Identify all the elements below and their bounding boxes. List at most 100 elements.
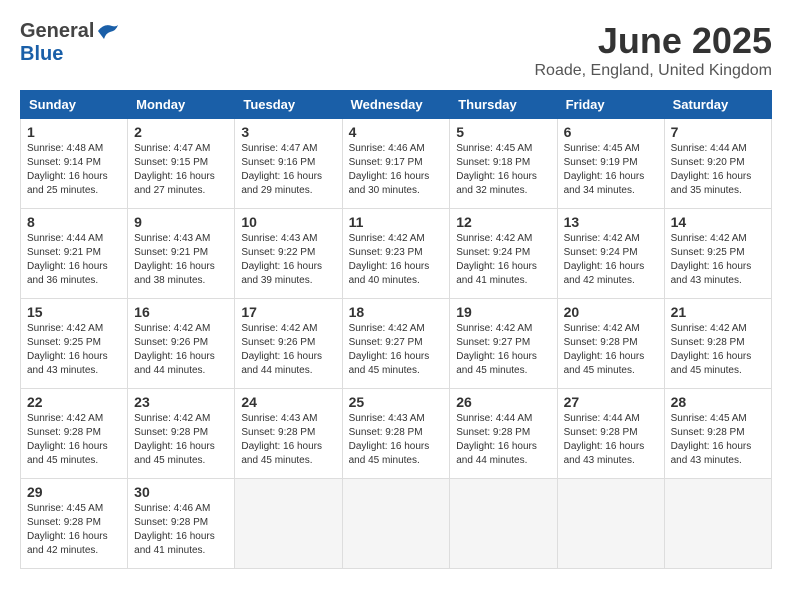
calendar-cell: 21 Sunrise: 4:42 AM Sunset: 9:28 PM Dayli… [664,299,771,389]
weekday-header-saturday: Saturday [664,91,771,119]
day-number: 18 [349,304,444,320]
calendar-cell: 19 Sunrise: 4:42 AM Sunset: 9:27 PM Dayli… [450,299,557,389]
calendar-cell: 4 Sunrise: 4:46 AM Sunset: 9:17 PM Daylig… [342,119,450,209]
day-info: Sunrise: 4:42 AM Sunset: 9:23 PM Dayligh… [349,232,444,288]
calendar-cell: 6 Sunrise: 4:45 AM Sunset: 9:19 PM Daylig… [557,119,664,209]
day-number: 28 [671,394,765,410]
day-info: Sunrise: 4:43 AM Sunset: 9:22 PM Dayligh… [241,232,335,288]
day-number: 21 [671,304,765,320]
calendar-cell [450,479,557,569]
day-info: Sunrise: 4:42 AM Sunset: 9:28 PM Dayligh… [27,412,121,468]
calendar-cell: 1 Sunrise: 4:48 AM Sunset: 9:14 PM Daylig… [21,119,128,209]
day-number: 14 [671,214,765,230]
day-info: Sunrise: 4:45 AM Sunset: 9:19 PM Dayligh… [564,142,658,198]
day-info: Sunrise: 4:44 AM Sunset: 9:20 PM Dayligh… [671,142,765,198]
calendar-cell: 18 Sunrise: 4:42 AM Sunset: 9:27 PM Dayli… [342,299,450,389]
day-info: Sunrise: 4:46 AM Sunset: 9:28 PM Dayligh… [134,502,228,558]
day-number: 25 [349,394,444,410]
calendar-cell: 13Sunrise: 4:42 AM Sunset: 9:24 PM Dayli… [557,209,664,299]
calendar-cell: 14 Sunrise: 4:42 AM Sunset: 9:25 PM Dayli… [664,209,771,299]
logo-bird-icon [96,21,120,41]
day-number: 12 [456,214,550,230]
calendar-cell: 9 Sunrise: 4:43 AM Sunset: 9:21 PM Daylig… [128,209,235,299]
title-area: June 2025 Roade, England, United Kingdom [535,20,773,80]
day-number: 17 [241,304,335,320]
day-info: Sunrise: 4:43 AM Sunset: 9:21 PM Dayligh… [134,232,228,288]
calendar-week-2: 8 Sunrise: 4:44 AM Sunset: 9:21 PM Daylig… [21,209,772,299]
logo-blue: Blue [20,43,63,65]
day-number: 30 [134,484,228,500]
weekday-header-thursday: Thursday [450,91,557,119]
weekday-header-sunday: Sunday [21,91,128,119]
calendar-cell: 15Sunrise: 4:42 AM Sunset: 9:25 PM Dayli… [21,299,128,389]
calendar-week-4: 22 Sunrise: 4:42 AM Sunset: 9:28 PM Dayli… [21,389,772,479]
weekday-header-monday: Monday [128,91,235,119]
day-info: Sunrise: 4:42 AM Sunset: 9:28 PM Dayligh… [671,322,765,378]
day-number: 6 [564,124,658,140]
day-info: Sunrise: 4:42 AM Sunset: 9:26 PM Dayligh… [241,322,335,378]
day-info: Sunrise: 4:46 AM Sunset: 9:17 PM Dayligh… [349,142,444,198]
day-info: Sunrise: 4:45 AM Sunset: 9:28 PM Dayligh… [27,502,121,558]
day-number: 26 [456,394,550,410]
day-info: Sunrise: 4:42 AM Sunset: 9:27 PM Dayligh… [349,322,444,378]
day-number: 10 [241,214,335,230]
calendar-cell: 22 Sunrise: 4:42 AM Sunset: 9:28 PM Dayli… [21,389,128,479]
calendar-cell: 2Sunrise: 4:47 AM Sunset: 9:15 PM Daylig… [128,119,235,209]
logo: General Blue [20,20,120,66]
day-info: Sunrise: 4:42 AM Sunset: 9:28 PM Dayligh… [564,322,658,378]
day-info: Sunrise: 4:43 AM Sunset: 9:28 PM Dayligh… [349,412,444,468]
calendar-cell: 23Sunrise: 4:42 AM Sunset: 9:28 PM Dayli… [128,389,235,479]
logo-general: General [20,20,94,43]
calendar-cell: 20Sunrise: 4:42 AM Sunset: 9:28 PM Dayli… [557,299,664,389]
day-number: 19 [456,304,550,320]
calendar-cell: 27Sunrise: 4:44 AM Sunset: 9:28 PM Dayli… [557,389,664,479]
calendar-cell [557,479,664,569]
calendar-cell: 26Sunrise: 4:44 AM Sunset: 9:28 PM Dayli… [450,389,557,479]
day-number: 9 [134,214,228,230]
day-info: Sunrise: 4:44 AM Sunset: 9:28 PM Dayligh… [564,412,658,468]
calendar-cell [342,479,450,569]
calendar-table: SundayMondayTuesdayWednesdayThursdayFrid… [20,90,772,569]
header: General Blue June 2025 Roade, England, U… [20,20,772,80]
calendar-cell [235,479,342,569]
day-number: 23 [134,394,228,410]
calendar-cell: 25 Sunrise: 4:43 AM Sunset: 9:28 PM Dayli… [342,389,450,479]
day-info: Sunrise: 4:42 AM Sunset: 9:24 PM Dayligh… [456,232,550,288]
calendar-week-3: 15Sunrise: 4:42 AM Sunset: 9:25 PM Dayli… [21,299,772,389]
calendar-cell: 11Sunrise: 4:42 AM Sunset: 9:23 PM Dayli… [342,209,450,299]
day-info: Sunrise: 4:43 AM Sunset: 9:28 PM Dayligh… [241,412,335,468]
day-number: 8 [27,214,121,230]
day-number: 24 [241,394,335,410]
day-info: Sunrise: 4:42 AM Sunset: 9:24 PM Dayligh… [564,232,658,288]
day-info: Sunrise: 4:44 AM Sunset: 9:21 PM Dayligh… [27,232,121,288]
day-info: Sunrise: 4:45 AM Sunset: 9:28 PM Dayligh… [671,412,765,468]
day-info: Sunrise: 4:42 AM Sunset: 9:26 PM Dayligh… [134,322,228,378]
calendar-week-1: 1 Sunrise: 4:48 AM Sunset: 9:14 PM Daylig… [21,119,772,209]
weekday-header-wednesday: Wednesday [342,91,450,119]
calendar-cell: 10 Sunrise: 4:43 AM Sunset: 9:22 PM Dayli… [235,209,342,299]
calendar-cell: 7 Sunrise: 4:44 AM Sunset: 9:20 PM Daylig… [664,119,771,209]
location-title: Roade, England, United Kingdom [535,62,773,80]
weekday-header-friday: Friday [557,91,664,119]
day-number: 22 [27,394,121,410]
day-info: Sunrise: 4:42 AM Sunset: 9:27 PM Dayligh… [456,322,550,378]
weekday-header-row: SundayMondayTuesdayWednesdayThursdayFrid… [21,91,772,119]
calendar-cell: 12 Sunrise: 4:42 AM Sunset: 9:24 PM Dayli… [450,209,557,299]
day-info: Sunrise: 4:42 AM Sunset: 9:25 PM Dayligh… [671,232,765,288]
day-info: Sunrise: 4:42 AM Sunset: 9:25 PM Dayligh… [27,322,121,378]
month-title: June 2025 [535,20,773,62]
day-number: 7 [671,124,765,140]
weekday-header-tuesday: Tuesday [235,91,342,119]
day-info: Sunrise: 4:48 AM Sunset: 9:14 PM Dayligh… [27,142,121,198]
calendar-cell: 28 Sunrise: 4:45 AM Sunset: 9:28 PM Dayli… [664,389,771,479]
day-number: 3 [241,124,335,140]
calendar-cell: 29Sunrise: 4:45 AM Sunset: 9:28 PM Dayli… [21,479,128,569]
day-number: 1 [27,124,121,140]
calendar-cell: 24 Sunrise: 4:43 AM Sunset: 9:28 PM Dayli… [235,389,342,479]
day-number: 16 [134,304,228,320]
calendar-cell [664,479,771,569]
calendar-cell: 3 Sunrise: 4:47 AM Sunset: 9:16 PM Daylig… [235,119,342,209]
day-number: 4 [349,124,444,140]
day-info: Sunrise: 4:47 AM Sunset: 9:16 PM Dayligh… [241,142,335,198]
calendar-body: 1 Sunrise: 4:48 AM Sunset: 9:14 PM Daylig… [21,119,772,569]
